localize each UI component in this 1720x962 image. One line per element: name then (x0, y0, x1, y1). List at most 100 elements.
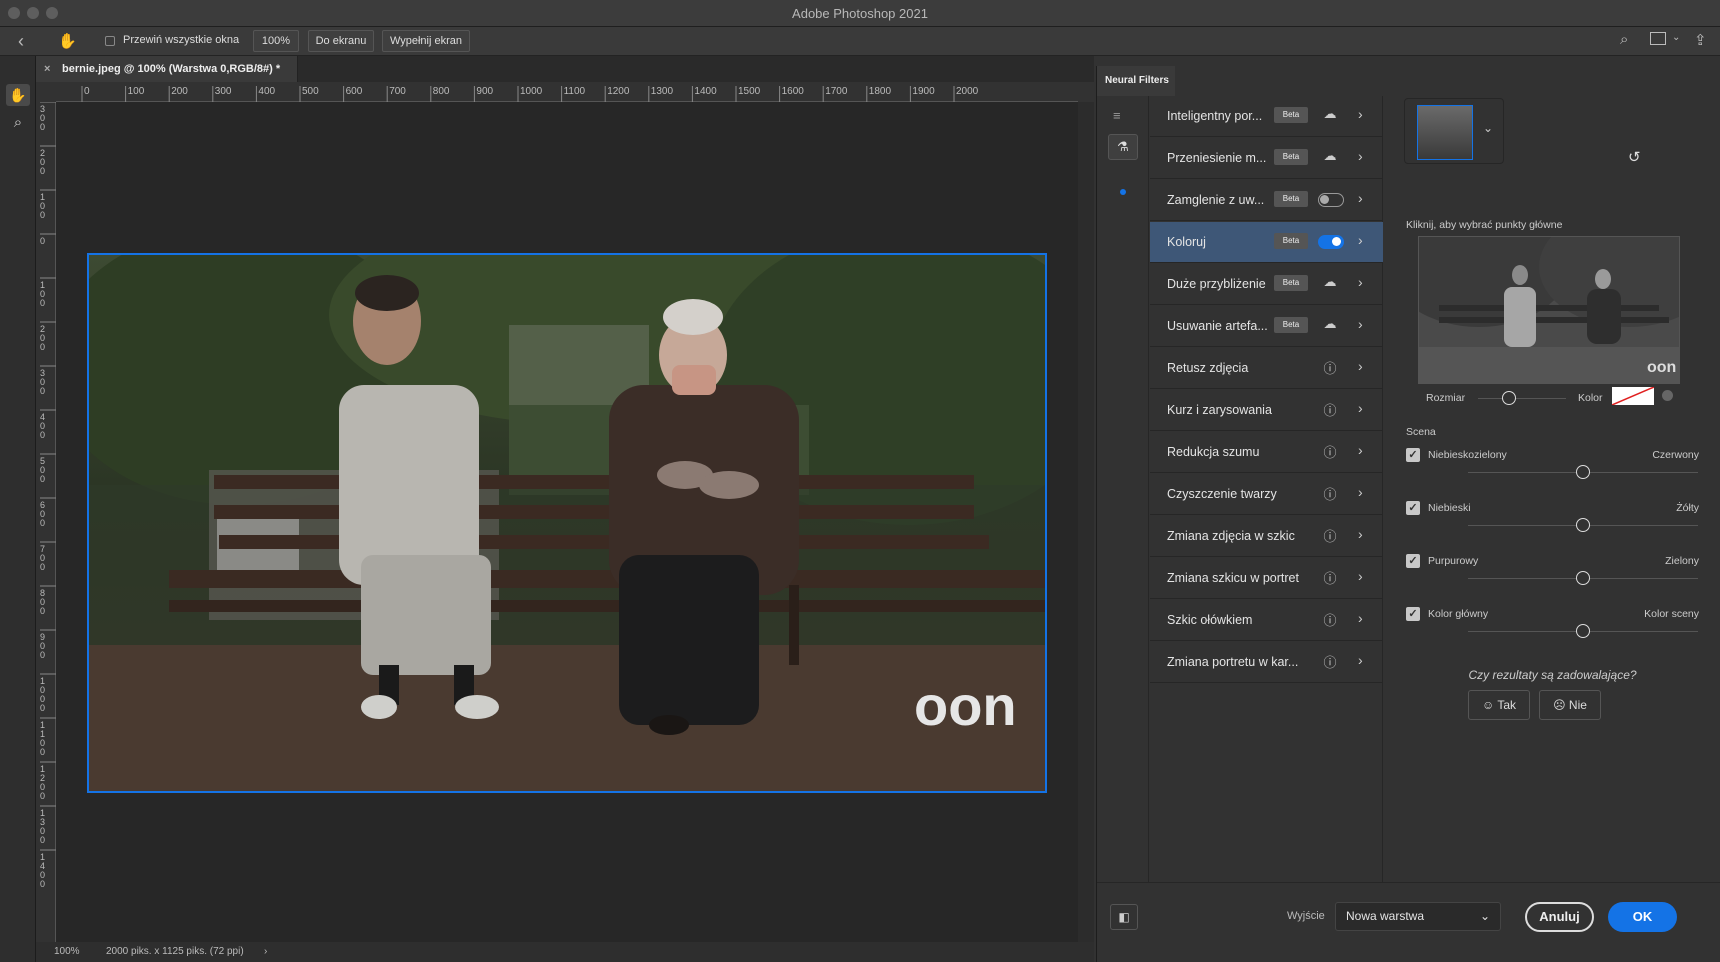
chevron-right-icon[interactable]: › (1358, 568, 1363, 584)
grayscale-preview[interactable]: oon (1418, 236, 1680, 384)
filter-item[interactable]: Czyszczenie twarzy ⓘ › (1150, 474, 1383, 515)
chevron-right-icon[interactable]: › (1358, 484, 1363, 500)
scene-slider-checkbox[interactable]: ✓ (1406, 554, 1420, 568)
filter-item[interactable]: Zmiana szkicu w portret ⓘ › (1150, 558, 1383, 599)
filter-item[interactable]: Zmiana portretu w kar... ⓘ › (1150, 642, 1383, 683)
color-swatch[interactable] (1612, 387, 1654, 405)
scene-slider-checkbox[interactable]: ✓ (1406, 448, 1420, 462)
fill-screen-button[interactable]: Wypełnij ekran (382, 30, 470, 52)
filter-item[interactable]: Zamglenie z uw... Beta › (1150, 180, 1383, 221)
scroll-all-checkbox[interactable] (105, 36, 115, 46)
ruler-label: 2000 (956, 86, 979, 97)
chevron-right-icon[interactable]: › (1358, 652, 1363, 668)
chevron-down-icon[interactable]: ⌄ (1483, 121, 1493, 135)
horizontal-ruler-ticks: 0 100 200 300 400 500 600 700 800 900 1000 1100 1200… (81, 86, 979, 102)
ruler-label: 900 (476, 86, 493, 97)
cloud-download-icon[interactable]: ☁ (1320, 148, 1340, 164)
canvas-area[interactable]: oon (56, 102, 1078, 942)
filter-item[interactable]: Usuwanie artefa... Beta ☁ › (1150, 306, 1383, 347)
cloud-download-icon[interactable]: ☁ (1320, 106, 1340, 122)
scene-slider-knob[interactable] (1576, 465, 1590, 479)
filter-toggle[interactable] (1318, 193, 1344, 207)
ruler-label: 0 (40, 562, 45, 572)
vertical-scrollbar[interactable] (1078, 102, 1094, 942)
filter-toggle[interactable] (1318, 235, 1344, 249)
all-filters-icon[interactable]: ≡ (1113, 108, 1121, 123)
close-tab-icon[interactable]: × (44, 56, 50, 82)
filter-item[interactable]: Przeniesienie m... Beta ☁ › (1150, 138, 1383, 179)
preview-toggle-icon[interactable]: ◧ (1110, 904, 1138, 930)
neural-filters-tab[interactable]: Neural Filters (1097, 66, 1175, 96)
scene-slider-right-label: Czerwony (1652, 449, 1699, 461)
document-image[interactable]: oon (87, 253, 1047, 793)
info-icon[interactable]: ⓘ (1320, 610, 1340, 629)
hand-tool-icon[interactable]: ✋ (6, 84, 30, 106)
filter-item[interactable]: Redukcja szumu ⓘ › (1150, 432, 1383, 473)
info-icon[interactable]: ⓘ (1320, 442, 1340, 461)
size-slider-track[interactable] (1478, 398, 1566, 399)
chevron-right-icon[interactable]: › (1358, 148, 1363, 164)
status-zoom[interactable]: 100% (54, 942, 80, 962)
chevron-right-icon[interactable]: › (1358, 316, 1363, 332)
chevron-right-icon[interactable]: › (1358, 190, 1363, 206)
chevron-right-icon[interactable]: › (1358, 358, 1363, 374)
status-chevron-icon[interactable]: › (264, 942, 267, 962)
info-icon[interactable]: ⓘ (1320, 358, 1340, 377)
filter-item[interactable]: Koloruj Beta › (1150, 222, 1383, 263)
filter-item-label: Szkic ołówkiem (1167, 613, 1253, 627)
fit-screen-button[interactable]: Do ekranu (308, 30, 374, 52)
chevron-right-icon[interactable]: › (1358, 232, 1363, 248)
cloud-download-icon[interactable]: ☁ (1320, 274, 1340, 290)
reference-image-picker[interactable]: ⌄ (1404, 98, 1504, 164)
reset-icon[interactable]: ↺ (1628, 148, 1641, 166)
share-icon[interactable]: ⇪ (1694, 31, 1707, 49)
output-select[interactable]: Nowa warstwa ⌄ (1335, 902, 1501, 931)
filter-item[interactable]: Szkic ołówkiem ⓘ › (1150, 600, 1383, 641)
chevron-right-icon[interactable]: › (1358, 610, 1363, 626)
feedback-no-button[interactable]: ☹ Nie (1539, 690, 1601, 720)
filter-item[interactable]: Inteligentny por... Beta ☁ › (1150, 96, 1383, 137)
document-tab[interactable]: × bernie.jpeg @ 100% (Warstwa 0,RGB/8#) … (36, 56, 298, 82)
info-icon[interactable]: ⓘ (1320, 484, 1340, 503)
hand-tool-icon[interactable]: ✋ (58, 32, 77, 50)
filter-item[interactable]: Kurz i zarysowania ⓘ › (1150, 390, 1383, 431)
filter-settings: ⌄ ↺ Kliknij, aby wybrać punkty główne oo… (1384, 96, 1720, 882)
info-icon[interactable]: ⓘ (1320, 526, 1340, 545)
chevron-right-icon[interactable]: › (1358, 274, 1363, 290)
ruler-label: 0 (40, 474, 45, 484)
ok-button[interactable]: OK (1608, 902, 1677, 932)
smile-icon: ☺ (1481, 698, 1495, 712)
zoom-100-button[interactable]: 100% (253, 30, 299, 52)
scene-slider-knob[interactable] (1576, 518, 1590, 532)
search-icon[interactable]: ⌕ (1620, 31, 1628, 48)
cloud-download-icon[interactable]: ☁ (1320, 316, 1340, 332)
feedback-no-label: Nie (1568, 698, 1587, 712)
size-slider-knob[interactable] (1501, 391, 1516, 405)
chevron-down-icon: ⌄ (1479, 909, 1490, 923)
chevron-right-icon[interactable]: › (1358, 106, 1363, 122)
ruler-label: 0 (40, 606, 45, 616)
scene-slider-knob[interactable] (1576, 571, 1590, 585)
info-icon[interactable]: ⓘ (1320, 400, 1340, 419)
chevron-right-icon[interactable]: › (1358, 400, 1363, 416)
feedback-yes-button[interactable]: ☺ Tak (1468, 690, 1530, 720)
back-icon[interactable]: ‹ (18, 31, 24, 52)
scene-slider-checkbox[interactable]: ✓ (1406, 501, 1420, 515)
filter-item[interactable]: Duże przybliżenie Beta ☁ › (1150, 264, 1383, 305)
cancel-button[interactable]: Anuluj (1525, 902, 1594, 932)
info-icon[interactable]: ⓘ (1320, 652, 1340, 671)
chevron-right-icon[interactable]: › (1358, 526, 1363, 542)
ruler-label: 0 (40, 791, 45, 801)
beta-filters-icon[interactable]: ⚗ (1108, 134, 1138, 160)
filter-item[interactable]: Zmiana zdjęcia w szkic ⓘ › (1150, 516, 1383, 557)
zoom-tool-icon[interactable]: ⌕ (6, 112, 30, 134)
workspace-icon[interactable] (1650, 32, 1666, 45)
filter-item[interactable]: Retusz zdjęcia ⓘ › (1150, 348, 1383, 389)
chevron-right-icon[interactable]: › (1358, 442, 1363, 458)
scene-slider-knob[interactable] (1576, 624, 1590, 638)
info-icon[interactable]: ⓘ (1320, 568, 1340, 587)
filter-item-label: Przeniesienie m... (1167, 151, 1267, 165)
remove-color-icon[interactable] (1662, 390, 1673, 401)
chevron-down-icon[interactable]: ⌄ (1672, 32, 1680, 43)
scene-slider-checkbox[interactable]: ✓ (1406, 607, 1420, 621)
